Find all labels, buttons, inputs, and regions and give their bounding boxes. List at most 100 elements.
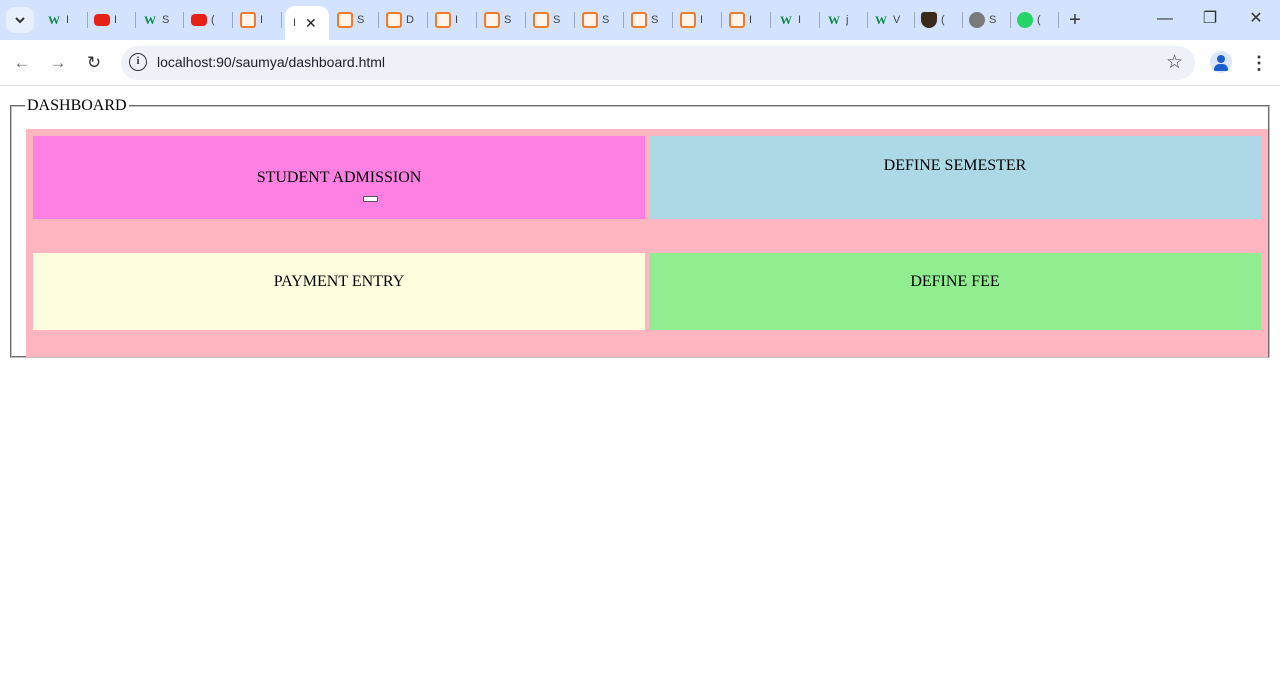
close-window-button[interactable]: ✕ [1245, 8, 1267, 30]
tab-search-button[interactable] [6, 7, 34, 33]
xampp-icon [386, 12, 402, 28]
define-semester-tile[interactable]: DEFINE SEMESTER [649, 136, 1261, 219]
student-admission-label: STUDENT ADMISSION [256, 168, 422, 186]
tab-separator [232, 12, 233, 28]
tab-separator [525, 12, 526, 28]
browser-tab[interactable]: WS [136, 8, 184, 32]
bookmark-star-icon[interactable]: ☆ [1166, 51, 1183, 74]
w3schools-icon: W [875, 13, 887, 27]
restore-button[interactable]: ❐ [1199, 8, 1221, 30]
tab-title: S [357, 14, 365, 26]
tab-title: I [114, 14, 118, 26]
dashboard-grid: STUDENT ADMISSION DEFINE SEMESTER PAYMEN… [26, 129, 1268, 357]
tab-title: I [293, 17, 297, 29]
youtube-icon [191, 14, 207, 26]
minimize-button[interactable]: — [1154, 8, 1176, 30]
browser-tab[interactable]: ( [185, 8, 233, 32]
browser-tab[interactable]: WI [40, 8, 88, 32]
whatsapp-icon [1017, 12, 1033, 28]
tab-separator [378, 12, 379, 28]
tab-separator [1058, 12, 1059, 28]
browser-tab[interactable]: S [331, 8, 379, 32]
tab-separator [476, 12, 477, 28]
define-fee-label: DEFINE FEE [910, 273, 1000, 290]
student-admission-tile[interactable]: STUDENT ADMISSION [33, 136, 645, 219]
tab-separator [770, 12, 771, 28]
browser-tab[interactable]: I [723, 8, 771, 32]
xampp-icon [680, 12, 696, 28]
globe-icon [969, 12, 985, 28]
chevron-down-icon [15, 17, 25, 24]
dashboard-legend: DASHBOARD [27, 97, 127, 114]
w3schools-icon: W [48, 13, 60, 27]
browser-tab[interactable]: D [380, 8, 428, 32]
xampp-icon [582, 12, 598, 28]
address-bar[interactable]: i localhost:90/saumya/dashboard.html ☆ [121, 46, 1195, 80]
back-button[interactable]: ← [10, 51, 34, 75]
tab-separator [623, 12, 624, 28]
tab-title: S [162, 14, 170, 26]
tab-title: ( [211, 14, 215, 26]
tab-separator [281, 12, 282, 28]
tab-title: ( [941, 14, 945, 26]
browser-tab[interactable]: I [674, 8, 722, 32]
tab-title: V [893, 14, 901, 26]
new-tab-button[interactable]: + [1064, 9, 1086, 31]
browser-tab[interactable]: Wj [820, 8, 868, 32]
tab-title: I [455, 14, 459, 26]
define-semester-label: DEFINE SEMESTER [883, 157, 1027, 174]
tab-title: S [602, 14, 610, 26]
xampp-icon [533, 12, 549, 28]
xampp-icon [240, 12, 256, 28]
browser-toolbar: ← → ↻ i localhost:90/saumya/dashboard.ht… [0, 40, 1280, 86]
browser-tab[interactable]: WI [772, 8, 820, 32]
browser-tab[interactable]: WV [867, 8, 915, 32]
youtube-icon [94, 14, 110, 26]
browser-tab[interactable]: I [88, 8, 136, 32]
payment-entry-tile[interactable]: PAYMENT ENTRY [33, 253, 645, 330]
profile-avatar[interactable] [1210, 51, 1232, 73]
w3schools-icon: W [780, 13, 792, 27]
xampp-icon [484, 12, 500, 28]
page-content: DASHBOARD STUDENT ADMISSION DEFINE SEMES… [0, 87, 1280, 680]
browser-tab[interactable]: ( [915, 8, 963, 32]
tab-separator [427, 12, 428, 28]
browser-tab[interactable]: I [234, 8, 282, 32]
browser-tab[interactable]: I [429, 8, 477, 32]
xampp-icon [337, 12, 353, 28]
payment-entry-label: PAYMENT ENTRY [273, 273, 405, 290]
tab-separator [574, 12, 575, 28]
tab-title: j [846, 14, 849, 26]
forward-button[interactable]: → [46, 51, 70, 75]
profile-head-icon [1217, 55, 1225, 63]
tab-title: I [749, 14, 753, 26]
dashboard-fieldset: DASHBOARD STUDENT ADMISSION DEFINE SEMES… [10, 97, 1270, 358]
w3schools-icon: W [144, 13, 156, 27]
browser-menu-button[interactable]: ⋮ [1250, 51, 1268, 75]
xampp-icon [435, 12, 451, 28]
w3schools-icon: W [828, 13, 840, 27]
address-url[interactable]: localhost:90/saumya/dashboard.html [157, 54, 385, 70]
browser-tab[interactable]: S [625, 8, 673, 32]
tab-title: I [260, 14, 264, 26]
text-cursor-icon [363, 196, 378, 202]
tab-title: S [504, 14, 512, 26]
define-fee-tile[interactable]: DEFINE FEE [649, 253, 1261, 330]
close-tab-icon[interactable]: ✕ [305, 15, 317, 32]
reload-button[interactable]: ↻ [82, 51, 106, 75]
browser-tab[interactable]: ( [1011, 8, 1059, 32]
profile-body-icon [1214, 64, 1228, 71]
tab-active[interactable]: I ✕ [285, 6, 329, 40]
tab-title: I [66, 14, 70, 26]
tab-title: D [406, 14, 414, 26]
xampp-icon [729, 12, 745, 28]
browser-tab[interactable]: S [527, 8, 575, 32]
tab-separator [721, 12, 722, 28]
tab-title: S [989, 14, 997, 26]
browser-tab[interactable]: S [576, 8, 624, 32]
xampp-icon [631, 12, 647, 28]
browser-tab[interactable]: S [478, 8, 526, 32]
site-info-icon[interactable]: i [129, 53, 147, 71]
browser-tab[interactable]: S [963, 8, 1011, 32]
tab-title: I [798, 14, 802, 26]
